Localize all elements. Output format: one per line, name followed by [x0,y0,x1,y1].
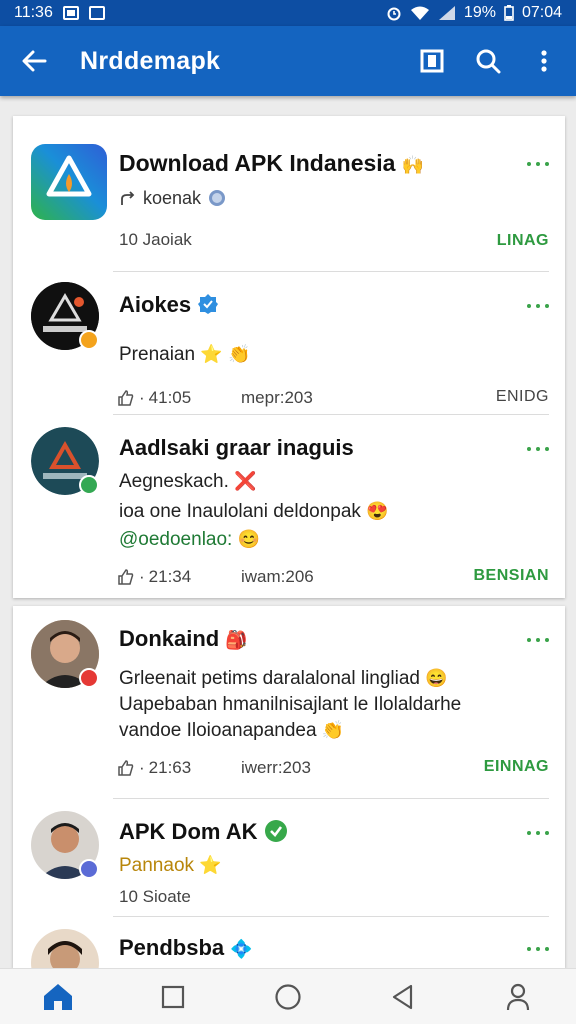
page-title: Nrddemapk [80,46,221,75]
hands-emoji-icon: 🙌 [401,155,425,175]
like-button[interactable]: · 21:63 [117,758,191,778]
profile-button[interactable] [494,973,542,1021]
post-line: ioa one Inaulolani deldonpak [119,501,361,522]
back-button[interactable] [14,41,54,81]
more-options-button[interactable] [527,636,549,644]
post-action-link[interactable]: LINAG [497,232,549,250]
circle-icon [275,983,301,1010]
post-title: Aadlsaki graar inaguis [119,435,354,460]
cross-emoji-icon: ❌ [234,471,257,491]
post-count: 10 Jaoiak [119,230,192,249]
post-title: Download APK Indanesia [119,150,396,176]
post-action-link[interactable]: BENSIAN [473,567,549,585]
star-emoji-icon: ⭐ [200,344,223,364]
more-options-button[interactable] [527,945,549,953]
post-title: Donkaind [119,626,220,651]
post-title: Aiokes [119,292,192,317]
status-time: 11:36 [14,4,53,21]
list-item[interactable]: Donkaind 🎒 Grleenait petims daralalonal … [13,606,565,798]
avatar [31,929,99,968]
post-subtitle: koenak [143,188,202,208]
like-count: 41:05 [148,388,192,407]
post-meta: iwerr:203 [241,758,311,777]
home-button[interactable] [34,973,82,1021]
status-badge [79,330,99,350]
status-badge [79,475,99,495]
status-badge [79,668,99,688]
photo-notification-icon [88,6,105,20]
thumbs-up-icon [118,390,134,406]
recents-button[interactable] [149,973,197,1021]
search-icon [476,49,501,74]
home-icon [43,983,72,1010]
chat-bubble-icon [209,189,226,206]
clap-emoji-icon: 👏 [228,344,251,364]
thumbs-up-icon [118,760,134,776]
grin-emoji-icon: 😄 [425,668,448,688]
system-back-button[interactable] [379,973,427,1021]
triangle-back-icon [393,984,413,1009]
post-line: Grleenait petims daralalonal lingliad [119,668,421,689]
more-options-button[interactable] [527,160,549,168]
post-meta: mepr:203 [241,388,313,407]
star-emoji-icon: ⭐ [199,855,222,875]
like-button[interactable]: · 41:05 [117,388,191,408]
alarm-icon [387,7,401,21]
verified-check-icon [264,820,287,842]
more-options-button[interactable] [527,445,549,453]
smile-emoji-icon: 😊 [237,529,261,549]
list-item[interactable]: Pendbsba 💠 [13,917,565,968]
post-mention: @oedoenlao: [119,529,233,550]
post-subtitle: Prenaian [119,344,196,365]
bottom-navigation [0,968,576,1024]
clap-emoji-icon: 👏 [321,720,345,740]
post-line: vandoe Iloioanapandea [119,720,317,741]
sparkle-emoji-icon: 💠 [230,939,253,959]
post-line: Uapebaban hmanilnisajlant le Ilolaldarhe [119,694,462,715]
post-title: Pendbsba [119,935,225,960]
verified-badge-icon [198,294,219,314]
app-logo-icon [31,144,107,220]
share-icon [121,190,135,205]
thumbs-up-icon [118,569,134,585]
post-line: Aegneskаch. [119,471,229,492]
person-icon [507,983,530,1010]
feed-card: Download APK Indanesia 🙌 koenak 10 Jaoia… [13,116,565,598]
more-options-button[interactable] [527,302,549,310]
bag-emoji-icon: 🎒 [225,630,248,650]
bookmark-icon [420,49,444,73]
system-home-button[interactable] [264,973,312,1021]
post-count: 10 Sioate [119,887,191,906]
post-title: APK Dom AK [119,819,258,844]
feed-card: Donkaind 🎒 Grleenait petims daralalonal … [13,606,565,968]
app-bar: Nrddemapk [0,26,576,96]
status-bar: 11:36 19% 07:04 [0,0,576,26]
battery-percent: 19% [463,4,496,21]
more-vert-icon [541,50,547,72]
signal-icon [438,6,455,20]
search-button[interactable] [470,43,506,79]
post-action-link[interactable]: EINNAG [484,758,549,776]
gallery-notification-icon [62,6,79,20]
more-options-button[interactable] [527,829,549,837]
like-count: 21:34 [148,567,192,586]
post-subtitle: Pannaok [119,855,195,876]
list-item[interactable]: Download APK Indanesia 🙌 koenak 10 Jaoia… [13,116,565,271]
bookmark-button[interactable] [414,43,450,79]
like-button[interactable]: · 21:34 [117,567,191,587]
post-action-link[interactable]: ENIDG [496,388,549,406]
list-item[interactable]: Aiokes Prenaian ⭐ 👏 · 41:05 mepr:203 ENID… [13,272,565,414]
overflow-menu-button[interactable] [526,43,562,79]
battery-icon [504,5,514,21]
back-arrow-icon [22,50,47,72]
square-icon [161,985,184,1008]
status-badge [79,859,99,879]
post-meta: iwam:206 [241,567,314,586]
status-clock: 07:04 [521,4,562,21]
list-item[interactable]: APK Dom AK Pannaok ⭐ 10 Sioate [13,799,565,916]
face-emoji-icon: 😍 [366,501,389,521]
list-item[interactable]: Aadlsaki graar inaguis Aegneskаch. ❌ ioa… [13,415,565,598]
like-count: 21:63 [148,758,192,777]
wifi-icon [410,6,429,20]
